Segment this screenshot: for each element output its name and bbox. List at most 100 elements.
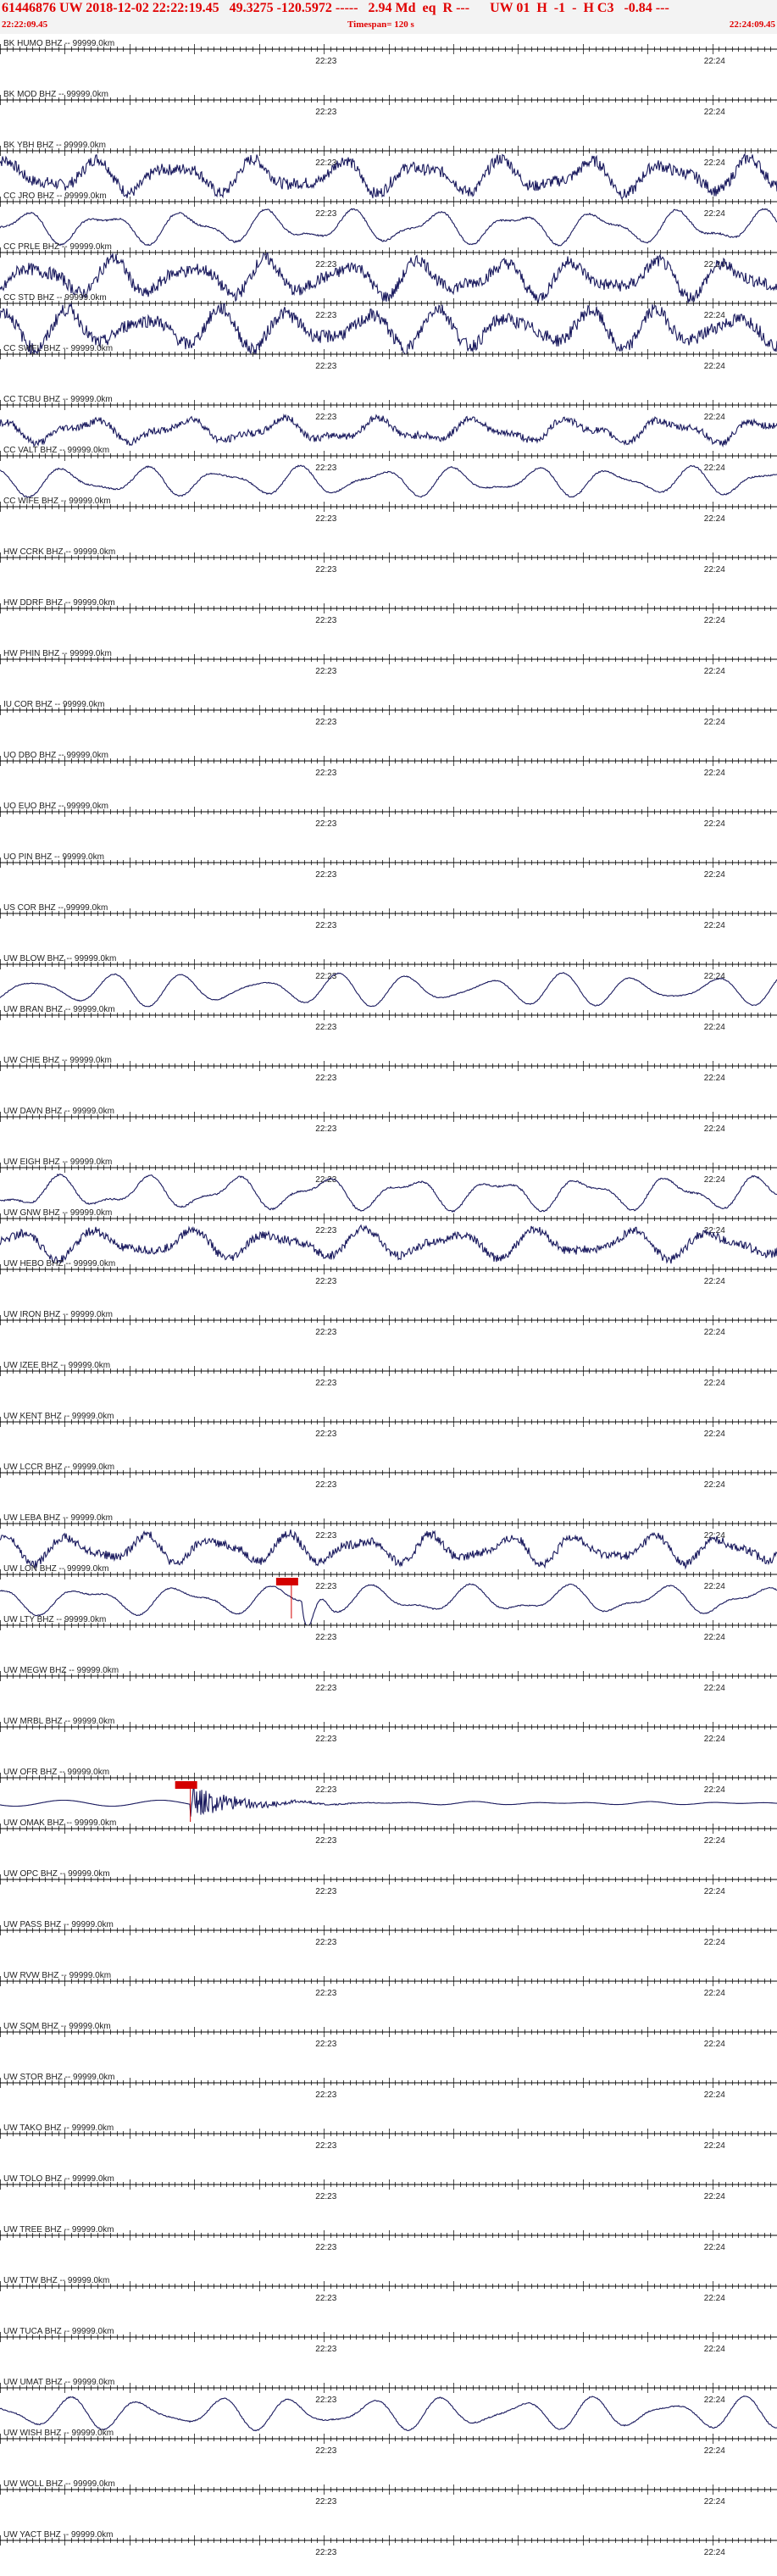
tick-label: 22:24 [704,2090,725,2100]
channel-row: 22:23 22:24 UO DBO BHZ -- 99999.0km [0,751,777,778]
channel-label: UW HEBO BHZ -- 99999.0km [3,1259,115,1269]
tick-label: 22:23 [315,1531,336,1541]
channel-row: 22:23 22:24 UW BRAN BHZ -- 99999.0km [0,1005,777,1032]
channel-row: 22:23 22:24 UW STOR BHZ -- 99999.0km [0,2073,777,2100]
tick-label: 22:23 [315,514,336,524]
channel-label: UW OMAK BHZ -- 99999.0km [3,1818,116,1828]
tick-label: 22:23 [315,819,336,829]
tick-label: 22:24 [704,2243,725,2252]
channel-label: UW OPC BHZ -- 99999.0km [3,1869,110,1879]
channel-row: 22:23 22:24 UW LON BHZ -- 99999.0km [0,1564,777,1626]
channel-label: UW TOLO BHZ -- 99999.0km [3,2174,114,2184]
tick-label: 22:23 [315,2243,336,2252]
channel-label: UO EUO BHZ -- 99999.0km [3,802,108,811]
channel-row: 22:23 22:24 UW MRBL BHZ -- 99999.0km [0,1717,777,1744]
start-time-label: 22:22:09.45 [2,19,48,30]
channel-row: 22:23 22:24 UW LCCR BHZ -- 99999.0km [0,1463,777,1490]
channel-label: UW CHIE BHZ -- 99999.0km [3,1056,112,1065]
tick-label: 22:23 [315,769,336,778]
waveform-trace [0,1786,777,1817]
channel-label: UW TREE BHZ -- 99999.0km [3,2225,114,2235]
channel-label: HW DDRF BHZ -- 99999.0km [3,598,115,608]
tick-label: 22:23 [315,718,336,727]
tick-label: 22:23 [315,2497,336,2507]
channel-row: 22:23 22:24 BK HUMO BHZ -- 99999.0km [0,39,777,66]
tick-label: 22:23 [315,2345,336,2354]
tick-label: 22:23 [315,1989,336,1998]
channel-label: UW LON BHZ -- 99999.0km [3,1564,108,1574]
waveform-trace [0,153,777,201]
channel-row: 22:23 22:24 CC JRO BHZ -- 99999.0km [0,192,777,247]
channel-row: 22:23 22:24UW BLOW BHZ -- 99999.0km [0,954,777,1008]
tick-label: 22:23 [315,1633,336,1642]
channel-row: 22:23 22:24 UW WISH BHZ -- 99999.0km [0,2429,777,2456]
channel-label: UW MRBL BHZ -- 99999.0km [3,1717,114,1726]
channel-row: 22:23 22:24 CC STD BHZ -- 99999.0km [0,293,777,356]
tick-label: 22:23 [315,2090,336,2100]
channel-label: UW TAKO BHZ -- 99999.0km [3,2124,114,2133]
tick-label: 22:24 [704,718,725,727]
tick-label: 22:23 [315,1124,336,1134]
channel-row: 22:23 22:24 UW LTY BHZ -- 99999.0km [0,1615,777,1642]
timespan-label: Timespan= 120 s [347,19,414,30]
tick-label: 22:23 [315,1430,336,1439]
event-header: 61446876 UW 2018-12-02 22:22:19.45 49.32… [0,0,777,34]
channel-row: 22:23 22:24 UO PIN BHZ -- 99999.0km [0,852,777,880]
tick-label: 22:23 [315,2548,336,2557]
tick-label: 22:23 [315,158,336,168]
channel-row: 22:23 22:24 IU COR BHZ -- 99999.0km [0,700,777,727]
channel-row: 22:23 22:24UW GNW BHZ -- 99999.0km [0,1208,777,1264]
channel-row: 22:23 22:24 CC VALT BHZ -- 99999.0km [0,446,777,498]
channel-row: 22:23 22:24 HW DDRF BHZ -- 99999.0km [0,598,777,625]
tick-label: 22:23 [315,1480,336,1490]
tick-label: 22:23 [315,870,336,880]
waveform-trace [0,413,777,448]
channel-label: CC SWFL BHZ -- 99999.0km [3,344,113,353]
tick-label: 22:24 [704,1735,725,1744]
tick-label: 22:23 [315,565,336,575]
tick-label: 22:23 [315,2141,336,2151]
channel-label: UW DAVN BHZ -- 99999.0km [3,1107,114,1116]
channel-row: 22:23 22:24 UW OFR BHZ -- 99999.0km [0,1768,777,1822]
channel-label: CC TCBU BHZ -- 99999.0km [3,395,113,404]
tick-label: 22:24 [704,2446,725,2456]
channel-label: UW YACT BHZ -- 99999.0km [3,2530,113,2540]
channel-row: 22:23 22:24 UW TAKO BHZ -- 99999.0km [0,2124,777,2151]
channel-row: 22:23 22:24 US COR BHZ -- 99999.0km [0,903,777,930]
channel-row: 22:23 22:24 CC TCBU BHZ -- 99999.0km [0,395,777,448]
channel-row: 22:23 22:24 UW UMAT BHZ -- 99999.0km [0,2378,777,2432]
tick-label: 22:23 [315,2294,336,2303]
tick-label: 22:24 [704,819,725,829]
channel-row: 22:23 22:24 UW KENT BHZ -- 99999.0km [0,1412,777,1439]
channel-row: 22:23 22:24 UW TOLO BHZ -- 99999.0km [0,2174,777,2201]
channel-label: CC STD BHZ -- 99999.0km [3,293,107,303]
channel-label: UW TTW BHZ -- 99999.0km [3,2276,109,2285]
channel-label: UW EIGH BHZ -- 99999.0km [3,1158,112,1167]
channel-label: UW IRON BHZ -- 99999.0km [3,1310,113,1319]
channel-label: US COR BHZ -- 99999.0km [3,903,108,913]
tick-label: 22:24 [704,1277,725,1286]
tick-label: 22:23 [315,1023,336,1032]
tick-label: 22:24 [704,1023,725,1032]
channel-row: 22:23 22:24 HW PHIN BHZ -- 99999.0km [0,649,777,676]
waveform-trace [0,972,777,1008]
channel-label: HW CCRK BHZ -- 99999.0km [3,547,115,557]
tick-label: 22:23 [315,209,336,219]
tick-label: 22:24 [704,311,725,320]
tick-label: 22:24 [704,57,725,66]
tick-label: 22:23 [315,260,336,269]
tick-label: 22:24 [704,1836,725,1846]
tick-label: 22:23 [315,1887,336,1896]
tick-label: 22:23 [315,464,336,473]
tick-label: 22:24 [704,2345,725,2354]
tick-label: 22:24 [704,2040,725,2049]
waveform-trace [0,1173,777,1213]
tick-label: 22:24 [704,362,725,371]
tick-label: 22:23 [315,2040,336,2049]
tick-label: 22:24 [704,565,725,575]
tick-label: 22:23 [315,616,336,625]
channel-label: UW IZEE BHZ -- 99999.0km [3,1361,110,1370]
phase-pick-marker [275,1578,298,1585]
tick-label: 22:23 [315,1277,336,1286]
channel-row: 22:23 22:24 HW CCRK BHZ -- 99999.0km [0,547,777,575]
